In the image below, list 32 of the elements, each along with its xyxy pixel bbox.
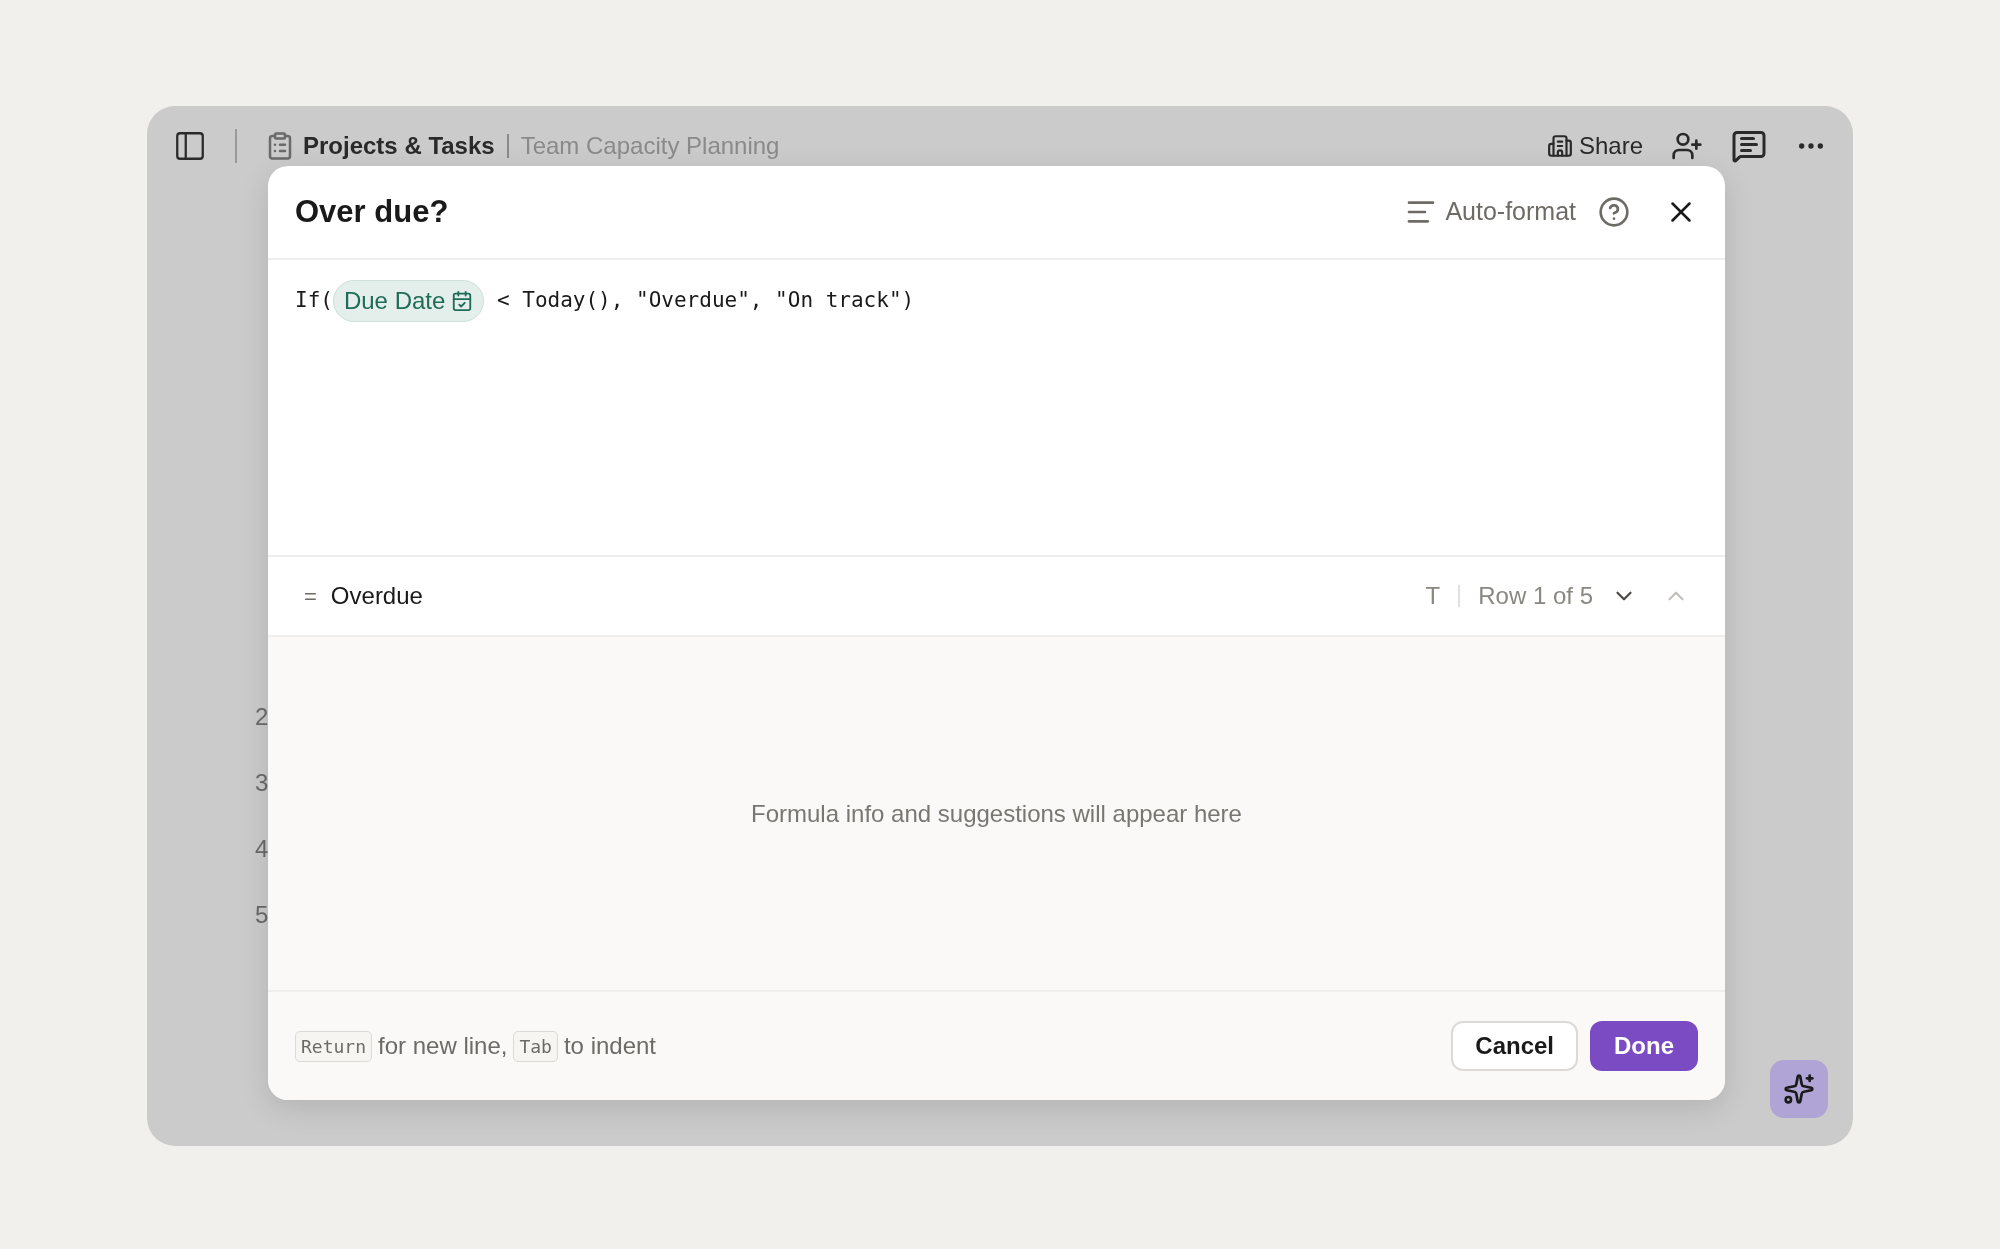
building-icon	[1546, 133, 1573, 159]
formula-code: < Today(), "Overdue", "On track")	[495, 287, 915, 315]
text-type-icon: T	[1425, 578, 1441, 614]
dialog-title: Over due?	[295, 192, 449, 231]
row-number: 2	[255, 704, 270, 730]
help-icon[interactable]	[1598, 196, 1630, 228]
page-title: Team Capacity Planning	[520, 131, 780, 161]
add-person-icon[interactable]	[1671, 130, 1703, 162]
done-button[interactable]: Done	[1590, 1021, 1698, 1071]
share-button[interactable]: Share	[1546, 128, 1643, 164]
key-hint: Return	[295, 1030, 373, 1062]
result-value: Overdue	[330, 581, 423, 611]
equals-sign: =	[304, 582, 317, 611]
row-number: 4	[255, 836, 270, 862]
hint-text: for new line,	[378, 1031, 508, 1061]
hint-text: to indent	[563, 1031, 657, 1061]
formula-code: If(	[295, 287, 333, 315]
row-number: 5	[255, 902, 270, 928]
field-chip[interactable]: Due Date	[332, 280, 485, 322]
breadcrumb-link[interactable]: Projects & Tasks	[303, 128, 495, 164]
formula-editor[interactable]: If( Due Date < Today(), "Overdue", "On track")	[268, 260, 1725, 557]
cancel-button[interactable]: Cancel	[1451, 1021, 1578, 1071]
sparkle-icon	[1783, 1073, 1815, 1105]
comment-icon[interactable]	[1731, 128, 1767, 164]
auto-format-button[interactable]: Auto-format	[1405, 193, 1576, 231]
row-number: 3	[255, 770, 270, 796]
row-position: Row 1 of 5	[1478, 581, 1593, 611]
sidebar-toggle-icon[interactable]	[173, 129, 207, 163]
key-hint: Tab	[513, 1030, 558, 1062]
ai-assistant-button[interactable]	[1770, 1060, 1828, 1118]
info-text: Formula info and suggestions will appear here	[751, 798, 1242, 829]
calendar-icon	[451, 290, 474, 312]
